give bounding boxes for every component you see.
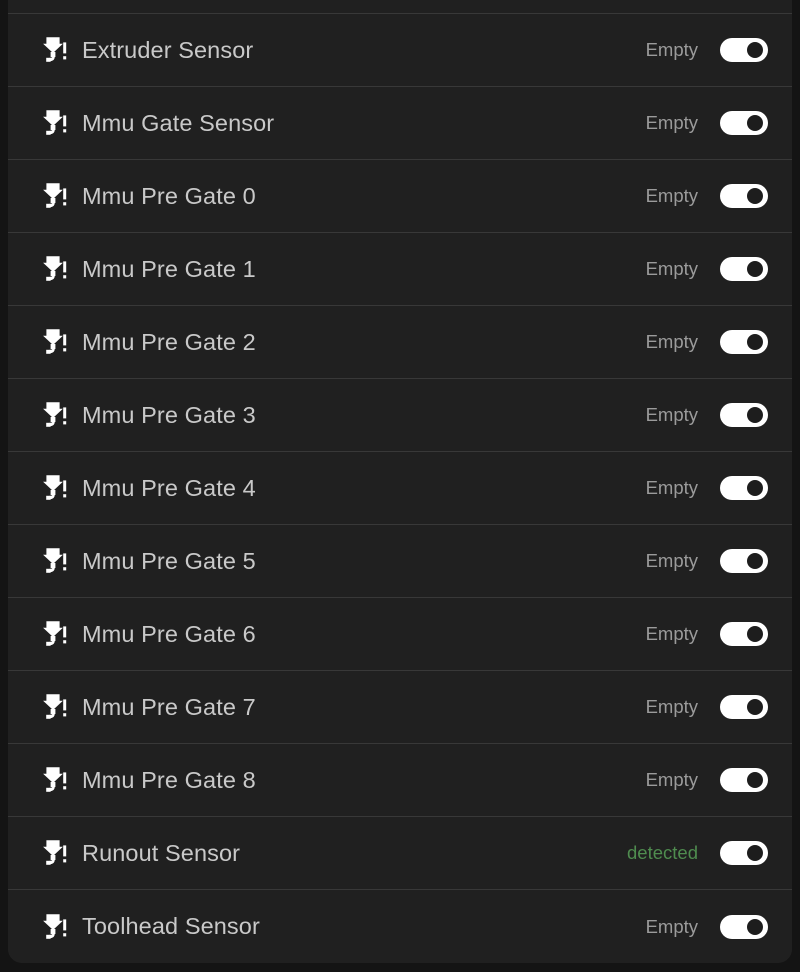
- toggle-knob: [747, 407, 763, 423]
- sensor-row[interactable]: Extruder Sensor Empty: [8, 14, 792, 87]
- sensor-name-label: Extruder Sensor: [82, 36, 254, 63]
- sensor-row[interactable]: Mmu Pre Gate 2 Empty: [8, 306, 792, 379]
- sensor-enable-toggle[interactable]: [720, 622, 768, 646]
- sensor-name-label: Mmu Pre Gate 7: [82, 693, 256, 720]
- sensor-enable-toggle[interactable]: [720, 330, 768, 354]
- sensor-name-label: Mmu Pre Gate 1: [82, 255, 256, 282]
- sensor-enable-toggle[interactable]: [720, 403, 768, 427]
- sensor-name-label: Toolhead Sensor: [82, 913, 260, 939]
- sensor-status-text: Empty: [645, 915, 698, 937]
- filament-sensor-icon: [42, 838, 68, 868]
- filament-sensor-icon: [42, 181, 68, 211]
- sensor-name-label: Mmu Pre Gate 2: [82, 328, 256, 355]
- sensor-name-label: Mmu Pre Gate 3: [82, 401, 256, 428]
- sensor-enable-toggle[interactable]: [720, 184, 768, 208]
- toggle-knob: [747, 918, 763, 935]
- toggle-knob: [747, 334, 763, 350]
- sensor-row-list: Extruder Sensor Empty Mmu Gate Sensor Empty…: [8, 14, 792, 963]
- sensor-name-label: Mmu Pre Gate 4: [82, 474, 256, 501]
- sensor-enable-toggle[interactable]: [720, 914, 768, 939]
- filament-sensor-icon: [42, 912, 68, 942]
- sensor-status-text: Empty: [645, 404, 698, 425]
- filament-sensor-icon: [42, 108, 68, 138]
- sensor-status-text: Empty: [645, 696, 698, 717]
- sensor-enable-toggle[interactable]: [720, 38, 768, 62]
- sensor-row[interactable]: Toolhead Sensor Empty: [8, 890, 792, 963]
- filament-sensor-icon: [42, 619, 68, 649]
- sensor-row[interactable]: Mmu Pre Gate 1 Empty: [8, 233, 792, 306]
- sensor-status-text: Empty: [645, 185, 698, 206]
- sensor-name-label: Mmu Pre Gate 0: [82, 182, 256, 209]
- toggle-knob: [747, 699, 763, 715]
- toggle-knob: [747, 626, 763, 642]
- sensor-status-text: Empty: [645, 258, 698, 279]
- sensor-row[interactable]: Runout Sensor detected: [8, 817, 792, 890]
- sensor-enable-toggle[interactable]: [720, 111, 768, 135]
- sensor-row[interactable]: Mmu Pre Gate 0 Empty: [8, 160, 792, 233]
- sensor-name-label: Mmu Pre Gate 8: [82, 766, 256, 793]
- toggle-knob: [747, 42, 763, 58]
- sensor-status-text: Empty: [645, 769, 698, 790]
- sensor-row[interactable]: Mmu Pre Gate 7 Empty: [8, 671, 792, 744]
- sensor-name-label: Mmu Gate Sensor: [82, 109, 275, 136]
- toggle-knob: [747, 480, 763, 496]
- clipped-row-above: [8, 0, 792, 14]
- toggle-knob: [747, 261, 763, 277]
- filament-sensor-icon: [42, 546, 68, 576]
- sensor-name-label: Mmu Pre Gate 6: [82, 620, 256, 647]
- sensor-status-text: Empty: [645, 39, 698, 60]
- filament-sensor-icon: [42, 254, 68, 284]
- toggle-knob: [747, 115, 763, 131]
- sensor-status-text: Empty: [645, 331, 698, 352]
- sensor-enable-toggle[interactable]: [720, 841, 768, 865]
- filament-sensor-icon: [42, 327, 68, 357]
- filament-sensor-icon: [42, 765, 68, 795]
- filament-sensors-panel: Extruder Sensor Empty Mmu Gate Sensor Empty…: [8, 0, 792, 963]
- filament-sensor-icon: [42, 400, 68, 430]
- sensor-enable-toggle[interactable]: [720, 476, 768, 500]
- sensor-row[interactable]: Mmu Pre Gate 6 Empty: [8, 598, 792, 671]
- sensor-status-text: Empty: [645, 623, 698, 644]
- sensor-status-text: Empty: [645, 112, 698, 133]
- toggle-knob: [747, 845, 763, 861]
- sensor-row[interactable]: Mmu Pre Gate 4 Empty: [8, 452, 792, 525]
- sensor-row[interactable]: Mmu Pre Gate 8 Empty: [8, 744, 792, 817]
- toggle-knob: [747, 188, 763, 204]
- sensor-row[interactable]: Mmu Pre Gate 5 Empty: [8, 525, 792, 598]
- sensor-status-text: Empty: [645, 550, 698, 571]
- sensor-row[interactable]: Mmu Pre Gate 3 Empty: [8, 379, 792, 452]
- toggle-knob: [747, 553, 763, 569]
- sensor-name-label: Runout Sensor: [82, 839, 241, 866]
- sensor-status-text: Empty: [645, 477, 698, 498]
- filament-sensor-icon: [42, 473, 68, 503]
- app-root: Extruder Sensor Empty Mmu Gate Sensor Empty…: [0, 0, 800, 972]
- filament-sensor-icon: [42, 35, 68, 65]
- filament-sensor-icon: [42, 692, 68, 722]
- sensor-enable-toggle[interactable]: [720, 768, 768, 792]
- sensor-enable-toggle[interactable]: [720, 695, 768, 719]
- sensor-enable-toggle[interactable]: [720, 549, 768, 573]
- sensor-status-text: detected: [627, 842, 698, 863]
- sensor-name-label: Mmu Pre Gate 5: [82, 547, 256, 574]
- sensor-enable-toggle[interactable]: [720, 257, 768, 281]
- sensor-row[interactable]: Mmu Gate Sensor Empty: [8, 87, 792, 160]
- toggle-knob: [747, 772, 763, 788]
